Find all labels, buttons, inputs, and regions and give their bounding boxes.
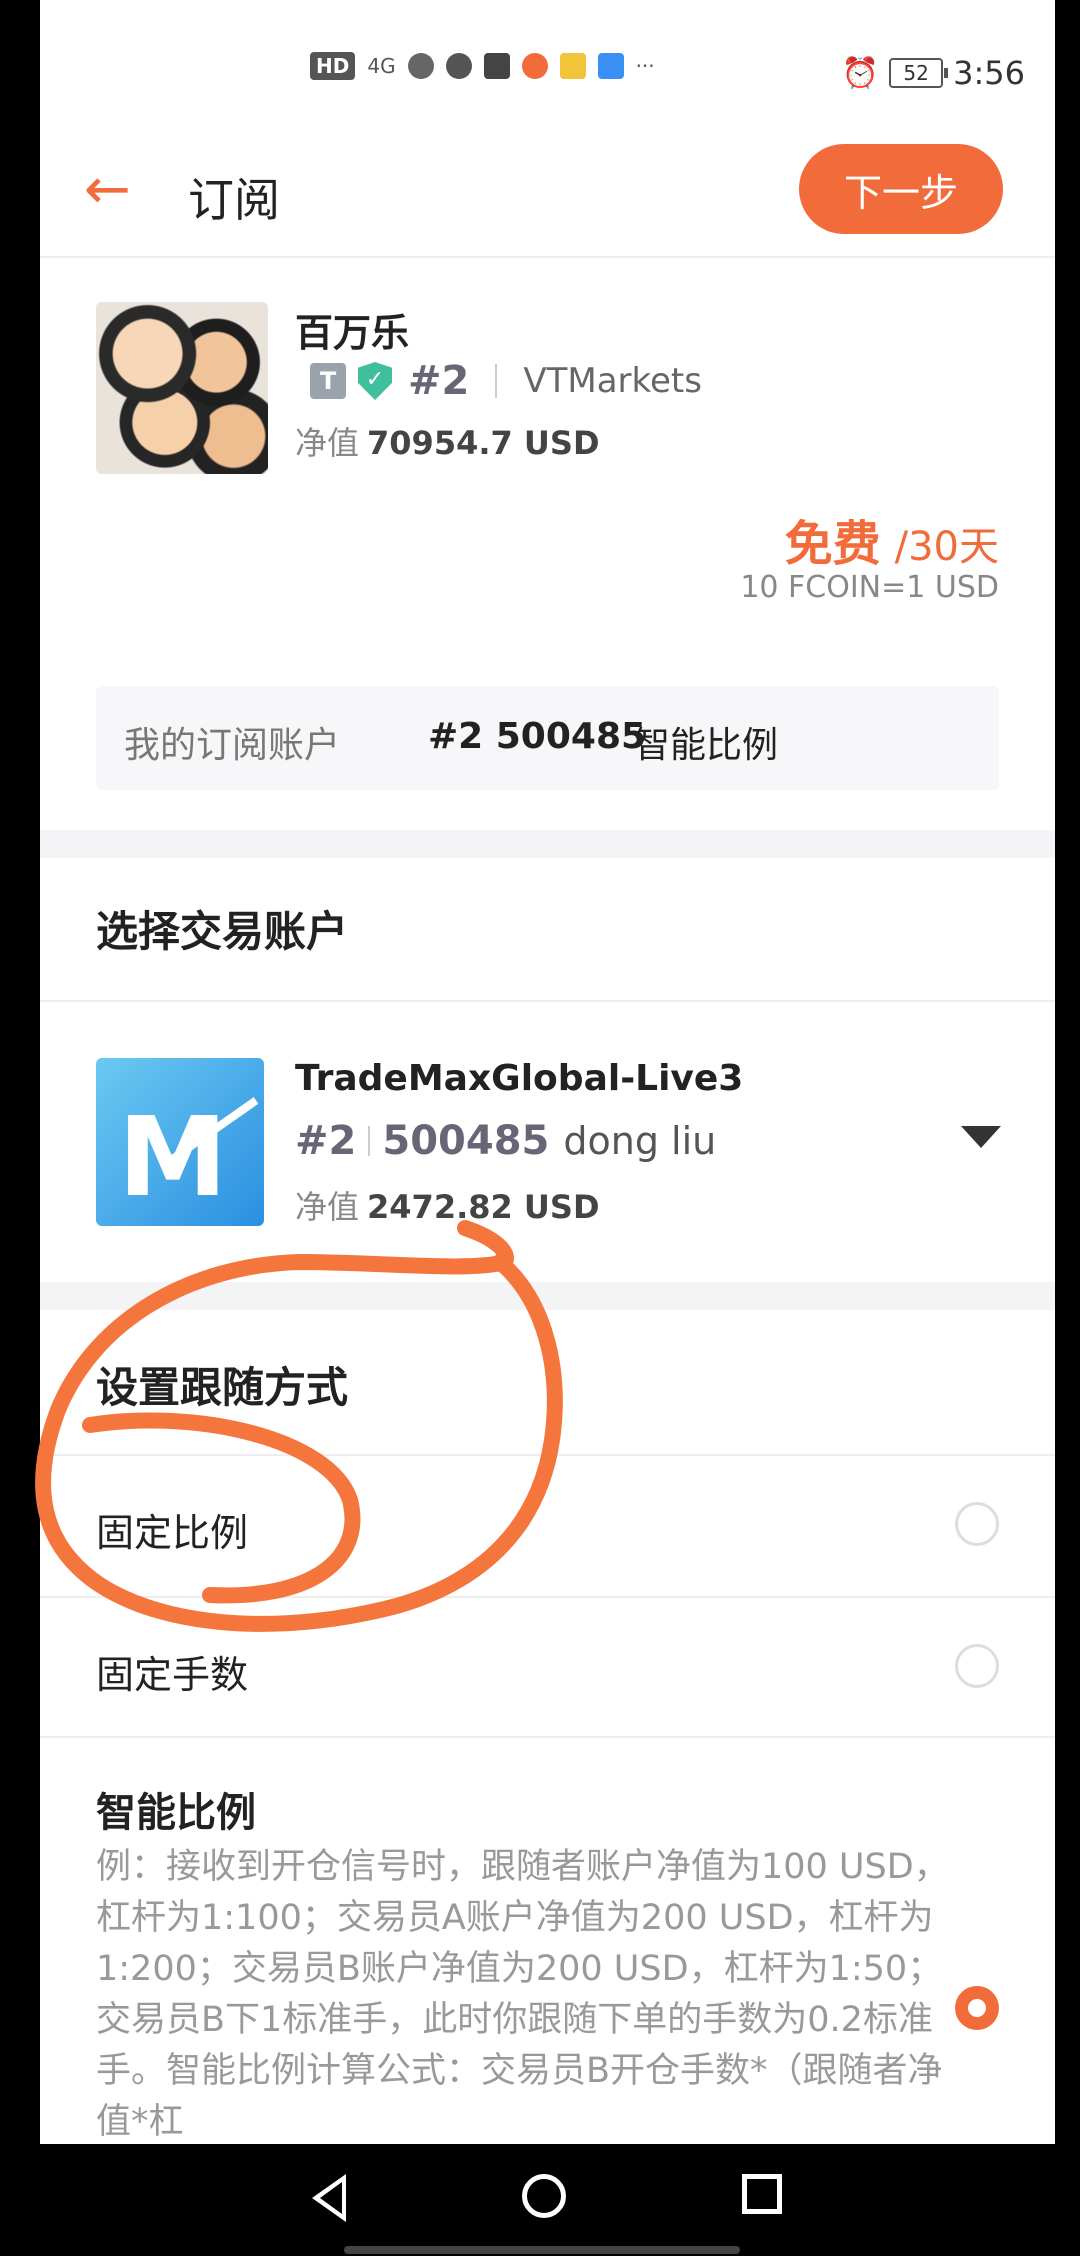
account-server: TradeMaxGlobal-Live3 (295, 1058, 744, 1099)
weibo-icon (445, 53, 472, 79)
equity-value: 2472.82 USD (367, 1188, 600, 1226)
trader-card: 百万乐 T ✓ #2 VTMarkets 净值 70954.7 USD 免费 /3… (40, 258, 1055, 828)
option-smart-ratio[interactable]: 智能比例 例：接收到开仓信号时，跟随者账户净值为100 USD，杠杆为1:100… (40, 1738, 1055, 2144)
divider (40, 1000, 1055, 1002)
account-id-row: #2 500485 dong liu (295, 1118, 716, 1164)
option-fixed-lots[interactable]: 固定手数 (40, 1598, 1055, 1738)
section-gap (40, 1282, 1055, 1310)
option-description: 例：接收到开仓信号时，跟随者账户净值为100 USD，杠杆为1:100；交易员A… (96, 1847, 949, 2142)
section-gap (40, 830, 1055, 858)
account-rank: #2 (295, 1118, 357, 1164)
option-label: 智能比例 (96, 1790, 256, 1836)
price: 免费 (784, 516, 881, 572)
trader-name: 百万乐 (295, 311, 410, 355)
heart-rate-icon (483, 53, 510, 79)
divider (368, 1126, 371, 1156)
account-equity: 净值 2472.82 USD (295, 1182, 600, 1228)
status-left-icons: HD 4G ··· (310, 52, 655, 80)
equity-label: 净值 (295, 1188, 360, 1226)
trader-tags: T ✓ #2 VTMarkets (310, 358, 702, 404)
radio-button[interactable] (955, 1502, 999, 1546)
trader-rank: #2 (408, 358, 470, 404)
verified-shield-icon: ✓ (358, 362, 392, 400)
broker-logo: M (96, 1058, 264, 1226)
system-nav-bar (0, 2144, 1080, 2256)
home-indicator (344, 2246, 740, 2254)
status-right: ⏰ 52 3:56 (842, 54, 1025, 92)
hd-badge: HD (310, 52, 356, 80)
app-notification-icon-2 (597, 53, 624, 79)
option-fixed-ratio[interactable]: 固定比例 (40, 1456, 1055, 1596)
nav-home-icon[interactable] (522, 2174, 566, 2218)
trader-type-badge: T (310, 363, 346, 399)
next-button[interactable]: 下一步 (799, 144, 1003, 234)
page-title: 订阅 (188, 173, 280, 227)
wallet-icon (559, 53, 586, 79)
subscription-mode: 智能比例 (634, 725, 779, 766)
price-period: /30天 (894, 524, 999, 570)
network-indicator: 4G (367, 54, 396, 78)
subscription-label: 我的订阅账户 (124, 725, 341, 766)
exchange-rate: 10 FCOIN=1 USD (740, 570, 999, 605)
app-screen: HD 4G ··· ⏰ 52 3:56 ← 订阅 下一步 百万乐 T ✓ #2 (40, 0, 1055, 2144)
trader-equity: 净值 70954.7 USD (295, 418, 600, 464)
option-label: 固定手数 (96, 1653, 249, 1697)
divider (495, 364, 498, 398)
app-notification-icon (521, 53, 548, 79)
alarm-icon: ⏰ (841, 55, 880, 91)
header: ← 订阅 下一步 (40, 140, 1055, 258)
battery-icon: 52 (889, 58, 949, 88)
status-bar: HD 4G ··· ⏰ 52 3:56 (40, 0, 1055, 140)
dropdown-arrow-icon[interactable] (961, 1126, 1001, 1148)
section-title-follow-mode: 设置跟随方式 (96, 1363, 349, 1412)
trader-avatar (96, 302, 268, 474)
radio-button-selected[interactable] (955, 1986, 999, 2030)
equity-value: 70954.7 USD (367, 424, 600, 462)
option-label: 固定比例 (96, 1511, 249, 1555)
section-title-account: 选择交易账户 (96, 907, 349, 956)
account-number: 500485 (382, 1118, 550, 1164)
broker-name: VTMarkets (523, 361, 702, 401)
price-row: 免费 /30天 (785, 504, 999, 574)
equity-label: 净值 (295, 424, 360, 462)
signal-icon (407, 53, 434, 79)
radio-button[interactable] (955, 1644, 999, 1688)
subscription-account: #2 500485 (428, 716, 647, 757)
nav-recents-icon[interactable] (742, 2174, 782, 2214)
account-owner: dong liu (563, 1119, 717, 1163)
clock: 3:56 (953, 54, 1025, 92)
subscription-account-box: 我的订阅账户 #2 500485 智能比例 (96, 686, 999, 790)
more-notifications-icon: ··· (635, 54, 655, 78)
nav-back-icon[interactable] (312, 2174, 346, 2222)
back-arrow-icon[interactable]: ← (84, 160, 144, 220)
